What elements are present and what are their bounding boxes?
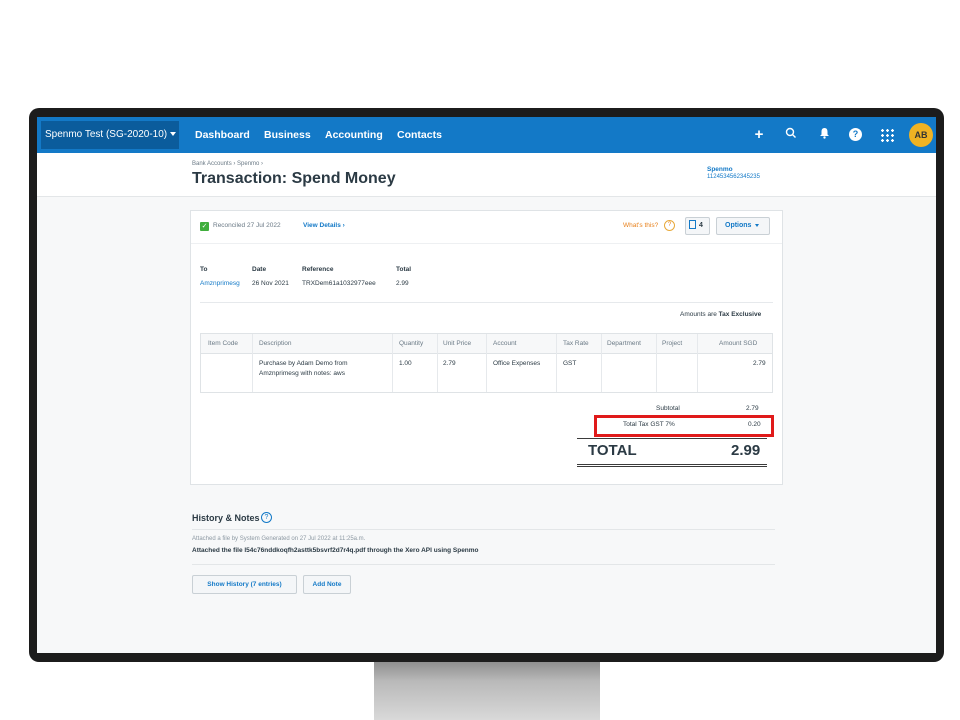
column-header-quantity: Quantity bbox=[399, 340, 424, 347]
files-button[interactable]: 4 bbox=[685, 217, 710, 235]
search-icon[interactable] bbox=[783, 127, 799, 143]
view-details-link[interactable]: View Details › bbox=[303, 222, 345, 229]
contact-link[interactable]: Amznprimesg bbox=[200, 280, 240, 287]
tax-highlight-box bbox=[594, 415, 774, 437]
column-divider bbox=[697, 334, 698, 392]
cell-account[interactable]: Office Expenses bbox=[493, 360, 540, 367]
column-header-tax-rate: Tax Rate bbox=[563, 340, 589, 347]
page-header: Bank Accounts › Spenmo › Transaction: Sp… bbox=[37, 153, 936, 197]
history-title: History & Notes bbox=[192, 513, 260, 523]
apps-icon[interactable] bbox=[880, 128, 894, 142]
stage: Spenmo Test (SG-2020-10) Dashboard Busin… bbox=[0, 0, 960, 720]
bank-account-name[interactable]: Spenmo bbox=[707, 166, 733, 173]
cell-description-line-2[interactable]: Amznprimesg with notes: aws bbox=[259, 370, 345, 377]
organisation-name: Spenmo Test (SG-2020-10) bbox=[45, 129, 168, 140]
amounts-are-prefix: Amounts are bbox=[680, 311, 717, 318]
history-entry-meta: Attached a file by System Generated on 2… bbox=[192, 536, 366, 542]
subtotal-value: 2.79 bbox=[746, 405, 759, 412]
whats-this-link[interactable]: What's this? bbox=[623, 222, 658, 229]
cell-description-line-1[interactable]: Purchase by Adam Demo from bbox=[259, 360, 348, 367]
column-divider bbox=[486, 334, 487, 392]
date-value: 26 Nov 2021 bbox=[252, 280, 289, 287]
grand-total-label: TOTAL bbox=[588, 442, 637, 459]
options-button[interactable]: Options bbox=[716, 217, 770, 235]
cell-amount[interactable]: 2.79 bbox=[753, 360, 766, 367]
amounts-are-value: Tax Exclusive bbox=[718, 311, 762, 318]
monitor-stand bbox=[374, 660, 600, 720]
grand-total-value: 2.99 bbox=[731, 442, 761, 459]
top-navigation-bar: Spenmo Test (SG-2020-10) Dashboard Busin… bbox=[37, 117, 936, 153]
question-icon[interactable]: ? bbox=[664, 220, 675, 231]
column-header-amount: Amount SGD bbox=[719, 340, 758, 347]
column-header-unit-price: Unit Price bbox=[443, 340, 472, 347]
column-divider bbox=[437, 334, 438, 392]
column-header-description: Description bbox=[259, 340, 292, 347]
reference-value: TRXDem61a1032977eee bbox=[302, 280, 376, 287]
bell-icon[interactable] bbox=[816, 127, 832, 143]
breadcrumb[interactable]: Bank Accounts › Spenmo › bbox=[192, 161, 263, 167]
status-bar: ✓ Reconciled 27 Jul 2022 View Details › … bbox=[191, 211, 782, 244]
column-header-project: Project bbox=[662, 340, 683, 347]
cell-quantity[interactable]: 1.00 bbox=[399, 360, 412, 367]
help-icon[interactable]: ? bbox=[261, 512, 272, 523]
history-entry-note: Attached the file l54c76nddkoqfh2asttk5b… bbox=[192, 547, 479, 554]
transaction-panel: ✓ Reconciled 27 Jul 2022 View Details › … bbox=[190, 210, 783, 485]
total-label: Total bbox=[396, 266, 412, 273]
plus-icon[interactable]: + bbox=[751, 127, 767, 143]
nav-dashboard[interactable]: Dashboard bbox=[195, 117, 250, 153]
help-icon[interactable]: ? bbox=[849, 128, 862, 141]
total-rule bbox=[577, 438, 767, 439]
column-header-item-code: Item Code bbox=[208, 340, 238, 347]
divider bbox=[200, 302, 773, 303]
chevron-down-icon bbox=[170, 132, 177, 137]
subtotal-label: Subtotal bbox=[656, 405, 680, 412]
column-divider bbox=[556, 334, 557, 392]
nav-business[interactable]: Business bbox=[264, 117, 311, 153]
avatar[interactable]: AB bbox=[909, 123, 933, 147]
check-icon: ✓ bbox=[200, 222, 209, 231]
cell-tax-rate[interactable]: GST bbox=[563, 360, 576, 367]
column-divider bbox=[601, 334, 602, 392]
amounts-are-note: Amounts are Tax Exclusive bbox=[680, 311, 761, 318]
line-items-table: Item Code Description Quantity Unit Pric… bbox=[200, 333, 773, 393]
column-divider bbox=[392, 334, 393, 392]
divider bbox=[192, 529, 775, 530]
total-value: 2.99 bbox=[396, 280, 409, 287]
reference-label: Reference bbox=[302, 266, 334, 273]
cell-unit-price[interactable]: 2.79 bbox=[443, 360, 456, 367]
add-note-button[interactable]: Add Note bbox=[303, 575, 351, 594]
show-history-button[interactable]: Show History (7 entries) bbox=[192, 575, 297, 594]
column-header-account: Account bbox=[493, 340, 517, 347]
divider bbox=[192, 564, 775, 565]
reconciled-status: Reconciled 27 Jul 2022 bbox=[213, 222, 281, 229]
chevron-down-icon bbox=[755, 223, 760, 227]
column-divider bbox=[252, 334, 253, 392]
date-label: Date bbox=[252, 266, 267, 273]
nav-contacts[interactable]: Contacts bbox=[397, 117, 442, 153]
total-double-rule bbox=[577, 464, 767, 467]
nav-accounting[interactable]: Accounting bbox=[325, 117, 383, 153]
files-count: 4 bbox=[699, 222, 703, 229]
page-title: Transaction: Spend Money bbox=[192, 170, 396, 187]
column-divider bbox=[656, 334, 657, 392]
document-icon bbox=[689, 220, 696, 229]
to-label: To bbox=[200, 266, 208, 273]
organisation-switcher[interactable]: Spenmo Test (SG-2020-10) bbox=[41, 121, 179, 149]
bank-account-number: 1124534562345235 bbox=[707, 174, 760, 180]
options-label: Options bbox=[725, 222, 752, 229]
screen: Spenmo Test (SG-2020-10) Dashboard Busin… bbox=[37, 117, 936, 653]
column-header-department: Department bbox=[607, 340, 641, 347]
